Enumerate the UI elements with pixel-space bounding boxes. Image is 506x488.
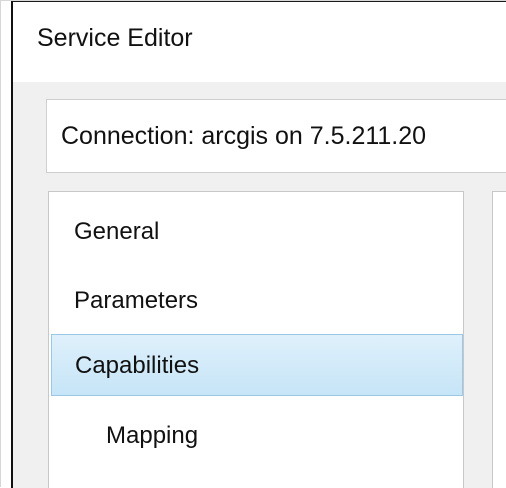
service-settings-navigation: General Parameters Capabilities Mapping (48, 191, 464, 488)
background-window-edge (1, 1, 13, 488)
sidebar-item-parameters[interactable]: Parameters (51, 270, 463, 332)
sidebar-item-label: Parameters (74, 287, 199, 314)
service-editor-window: Service Editor Connection: arcgis on 7.5… (13, 1, 506, 488)
sidebar-item-capabilities[interactable]: Capabilities (51, 334, 463, 396)
window-titlebar[interactable]: Service Editor (13, 2, 506, 82)
sidebar-item-label: Mapping (106, 422, 199, 449)
sidebar-item-label: Capabilities (75, 352, 200, 379)
sidebar-item-label: General (74, 218, 160, 245)
connection-label: Connection: arcgis on 7.5.211.20 (61, 122, 427, 150)
connection-field: Connection: arcgis on 7.5.211.20 (46, 99, 506, 173)
window-title: Service Editor (37, 24, 193, 52)
sidebar-item-general[interactable]: General (51, 201, 463, 263)
sidebar-item-mapping[interactable]: Mapping (51, 405, 463, 467)
screenshot-frame: Service Editor Connection: arcgis on 7.5… (0, 0, 506, 488)
details-panel-edge (492, 191, 506, 488)
